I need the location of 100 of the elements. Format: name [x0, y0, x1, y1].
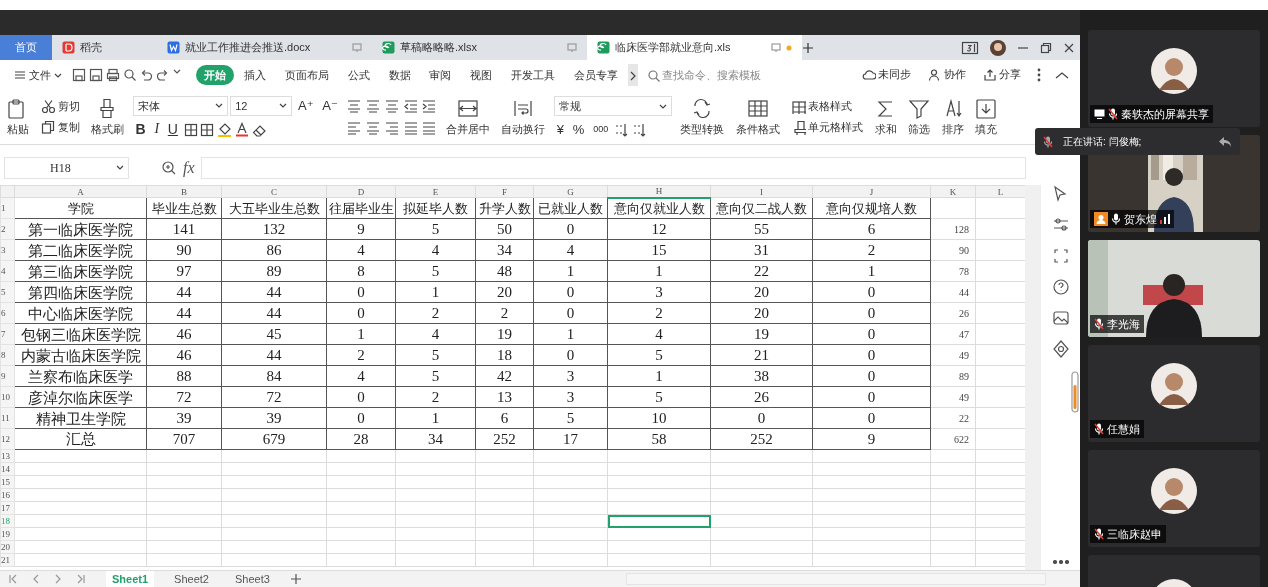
- table-cell: 89: [930, 365, 976, 387]
- column-header[interactable]: C: [221, 185, 327, 198]
- filter-button[interactable]: 筛选: [905, 97, 934, 137]
- table-cell: 0: [533, 344, 608, 366]
- cell-style-button[interactable]: 单元格样式: [788, 119, 867, 135]
- ribbon-tab[interactable]: 审阅: [421, 64, 460, 86]
- ribbon-tab[interactable]: 页面布局: [277, 64, 337, 86]
- percent-button[interactable]: %: [569, 121, 588, 138]
- table-cell: 8: [326, 260, 396, 282]
- column-header[interactable]: D: [326, 185, 396, 198]
- table-cell: 34: [475, 239, 534, 261]
- column-header[interactable]: J: [812, 185, 931, 198]
- table-cell: 46: [146, 323, 222, 345]
- participant-name: 任慧娟: [1107, 421, 1140, 437]
- conditional-format-button[interactable]: 条件格式: [732, 97, 783, 137]
- column-header[interactable]: A: [14, 185, 147, 198]
- document-tab[interactable]: 临床医学部就业意向.xls: [587, 35, 802, 60]
- column-header[interactable]: B: [146, 185, 222, 198]
- table-cell: 0: [533, 218, 608, 240]
- row-header[interactable]: 10: [0, 386, 15, 408]
- grow-font-button[interactable]: A⁺: [295, 98, 317, 114]
- sum-button[interactable]: 求和: [871, 97, 900, 137]
- row-header[interactable]: 1: [0, 197, 15, 219]
- table-cell: 84: [221, 365, 327, 387]
- table-cell: 44: [221, 344, 327, 366]
- row-header[interactable]: 4: [0, 260, 15, 282]
- table-cell: 141: [146, 218, 222, 240]
- table-cell: 4: [533, 239, 608, 261]
- table-cell: 第一临床医学院: [14, 218, 147, 240]
- sheet-tab[interactable]: Sheet2: [168, 570, 215, 587]
- table-cell: 21: [710, 344, 813, 366]
- table-cell: 622: [930, 428, 976, 450]
- row-header[interactable]: 6: [0, 302, 15, 324]
- document-tab[interactable]: 稻壳: [52, 35, 157, 60]
- column-header[interactable]: G: [533, 185, 608, 198]
- table-cell: 精神卫生学院: [14, 407, 147, 429]
- italic-button[interactable]: I: [151, 121, 163, 139]
- shrink-font-button[interactable]: A⁻: [319, 98, 341, 114]
- table-cell: 2: [395, 302, 476, 324]
- table-cell: 20: [710, 302, 813, 324]
- ribbon-tab[interactable]: 视图: [462, 64, 500, 86]
- table-cell: 0: [812, 281, 931, 303]
- row-header[interactable]: 12: [0, 428, 15, 450]
- row-header[interactable]: 2: [0, 218, 15, 240]
- table-style-button[interactable]: 表格样式: [788, 99, 867, 115]
- row-header[interactable]: 7: [0, 323, 15, 345]
- fill-button[interactable]: 填充: [972, 97, 1001, 137]
- row-header[interactable]: 11: [0, 407, 15, 429]
- ribbon-tab[interactable]: 会员专享: [565, 64, 626, 86]
- merge-center-button[interactable]: 合并居中: [442, 97, 493, 137]
- search-field[interactable]: 查找命令、搜索模板: [646, 66, 762, 84]
- row-header[interactable]: 8: [0, 344, 15, 366]
- document-tab[interactable]: 草稿略略略.xlsx: [372, 35, 587, 60]
- document-tab[interactable]: 就业工作推进会推送.docx: [157, 35, 372, 60]
- name-box[interactable]: H18: [4, 156, 129, 179]
- row-header[interactable]: 9: [0, 365, 15, 387]
- font-select[interactable]: 宋体: [132, 95, 228, 116]
- home-tab[interactable]: 首页: [0, 35, 52, 60]
- row-header[interactable]: 3: [0, 239, 15, 261]
- file-menu[interactable]: 文件: [6, 64, 70, 86]
- column-header[interactable]: E: [395, 185, 476, 198]
- table-cell: 20: [475, 281, 534, 303]
- participant-name: 秦轶杰的屏幕共享: [1121, 106, 1209, 122]
- convert-type-button[interactable]: 类型转换: [677, 97, 728, 137]
- wrap-text-button[interactable]: 自动换行: [498, 97, 549, 137]
- row-header[interactable]: 5: [0, 281, 15, 303]
- underline-button[interactable]: U: [164, 121, 181, 139]
- column-header[interactable]: I: [710, 185, 813, 198]
- currency-button[interactable]: ¥: [553, 121, 568, 138]
- font-size-select[interactable]: 12: [230, 95, 293, 116]
- sort-button[interactable]: 排序: [938, 97, 967, 137]
- ribbon-tab[interactable]: 开发工具: [502, 64, 563, 86]
- table-cell: 49: [930, 386, 976, 408]
- ribbon-tab[interactable]: 公式: [339, 64, 378, 86]
- table-cell: 1: [812, 260, 931, 282]
- copy-button[interactable]: 复制: [37, 119, 83, 135]
- bold-button[interactable]: B: [132, 121, 149, 139]
- column-header[interactable]: F: [475, 185, 534, 198]
- ribbon-tab[interactable]: 插入: [236, 64, 275, 86]
- table-cell: 4: [326, 239, 396, 261]
- collaborate-button[interactable]: 协作: [925, 68, 969, 82]
- sync-button[interactable]: 未同步: [859, 68, 914, 82]
- table-cell: 1: [533, 323, 608, 345]
- table-cell: 13: [475, 386, 534, 408]
- column-header[interactable]: L: [975, 185, 1025, 198]
- fx-label[interactable]: fx: [183, 155, 195, 180]
- column-header[interactable]: K: [930, 185, 976, 198]
- number-format-select[interactable]: 常规: [553, 96, 672, 117]
- paste-button[interactable]: 粘贴: [4, 97, 32, 137]
- sheet-tab[interactable]: Sheet3: [228, 570, 276, 587]
- cut-button[interactable]: 剪切: [37, 99, 83, 115]
- share-button[interactable]: 分享: [980, 68, 1024, 82]
- ribbon-tab[interactable]: 数据: [380, 64, 419, 86]
- table-cell: 26: [930, 302, 976, 324]
- column-header[interactable]: H: [607, 185, 711, 198]
- table-cell: 5: [395, 260, 476, 282]
- format-painter-button[interactable]: 格式刷: [88, 97, 127, 137]
- table-cell: 90: [930, 239, 976, 261]
- table-cell: 5: [395, 365, 476, 387]
- thousands-button[interactable]: 000: [590, 124, 612, 136]
